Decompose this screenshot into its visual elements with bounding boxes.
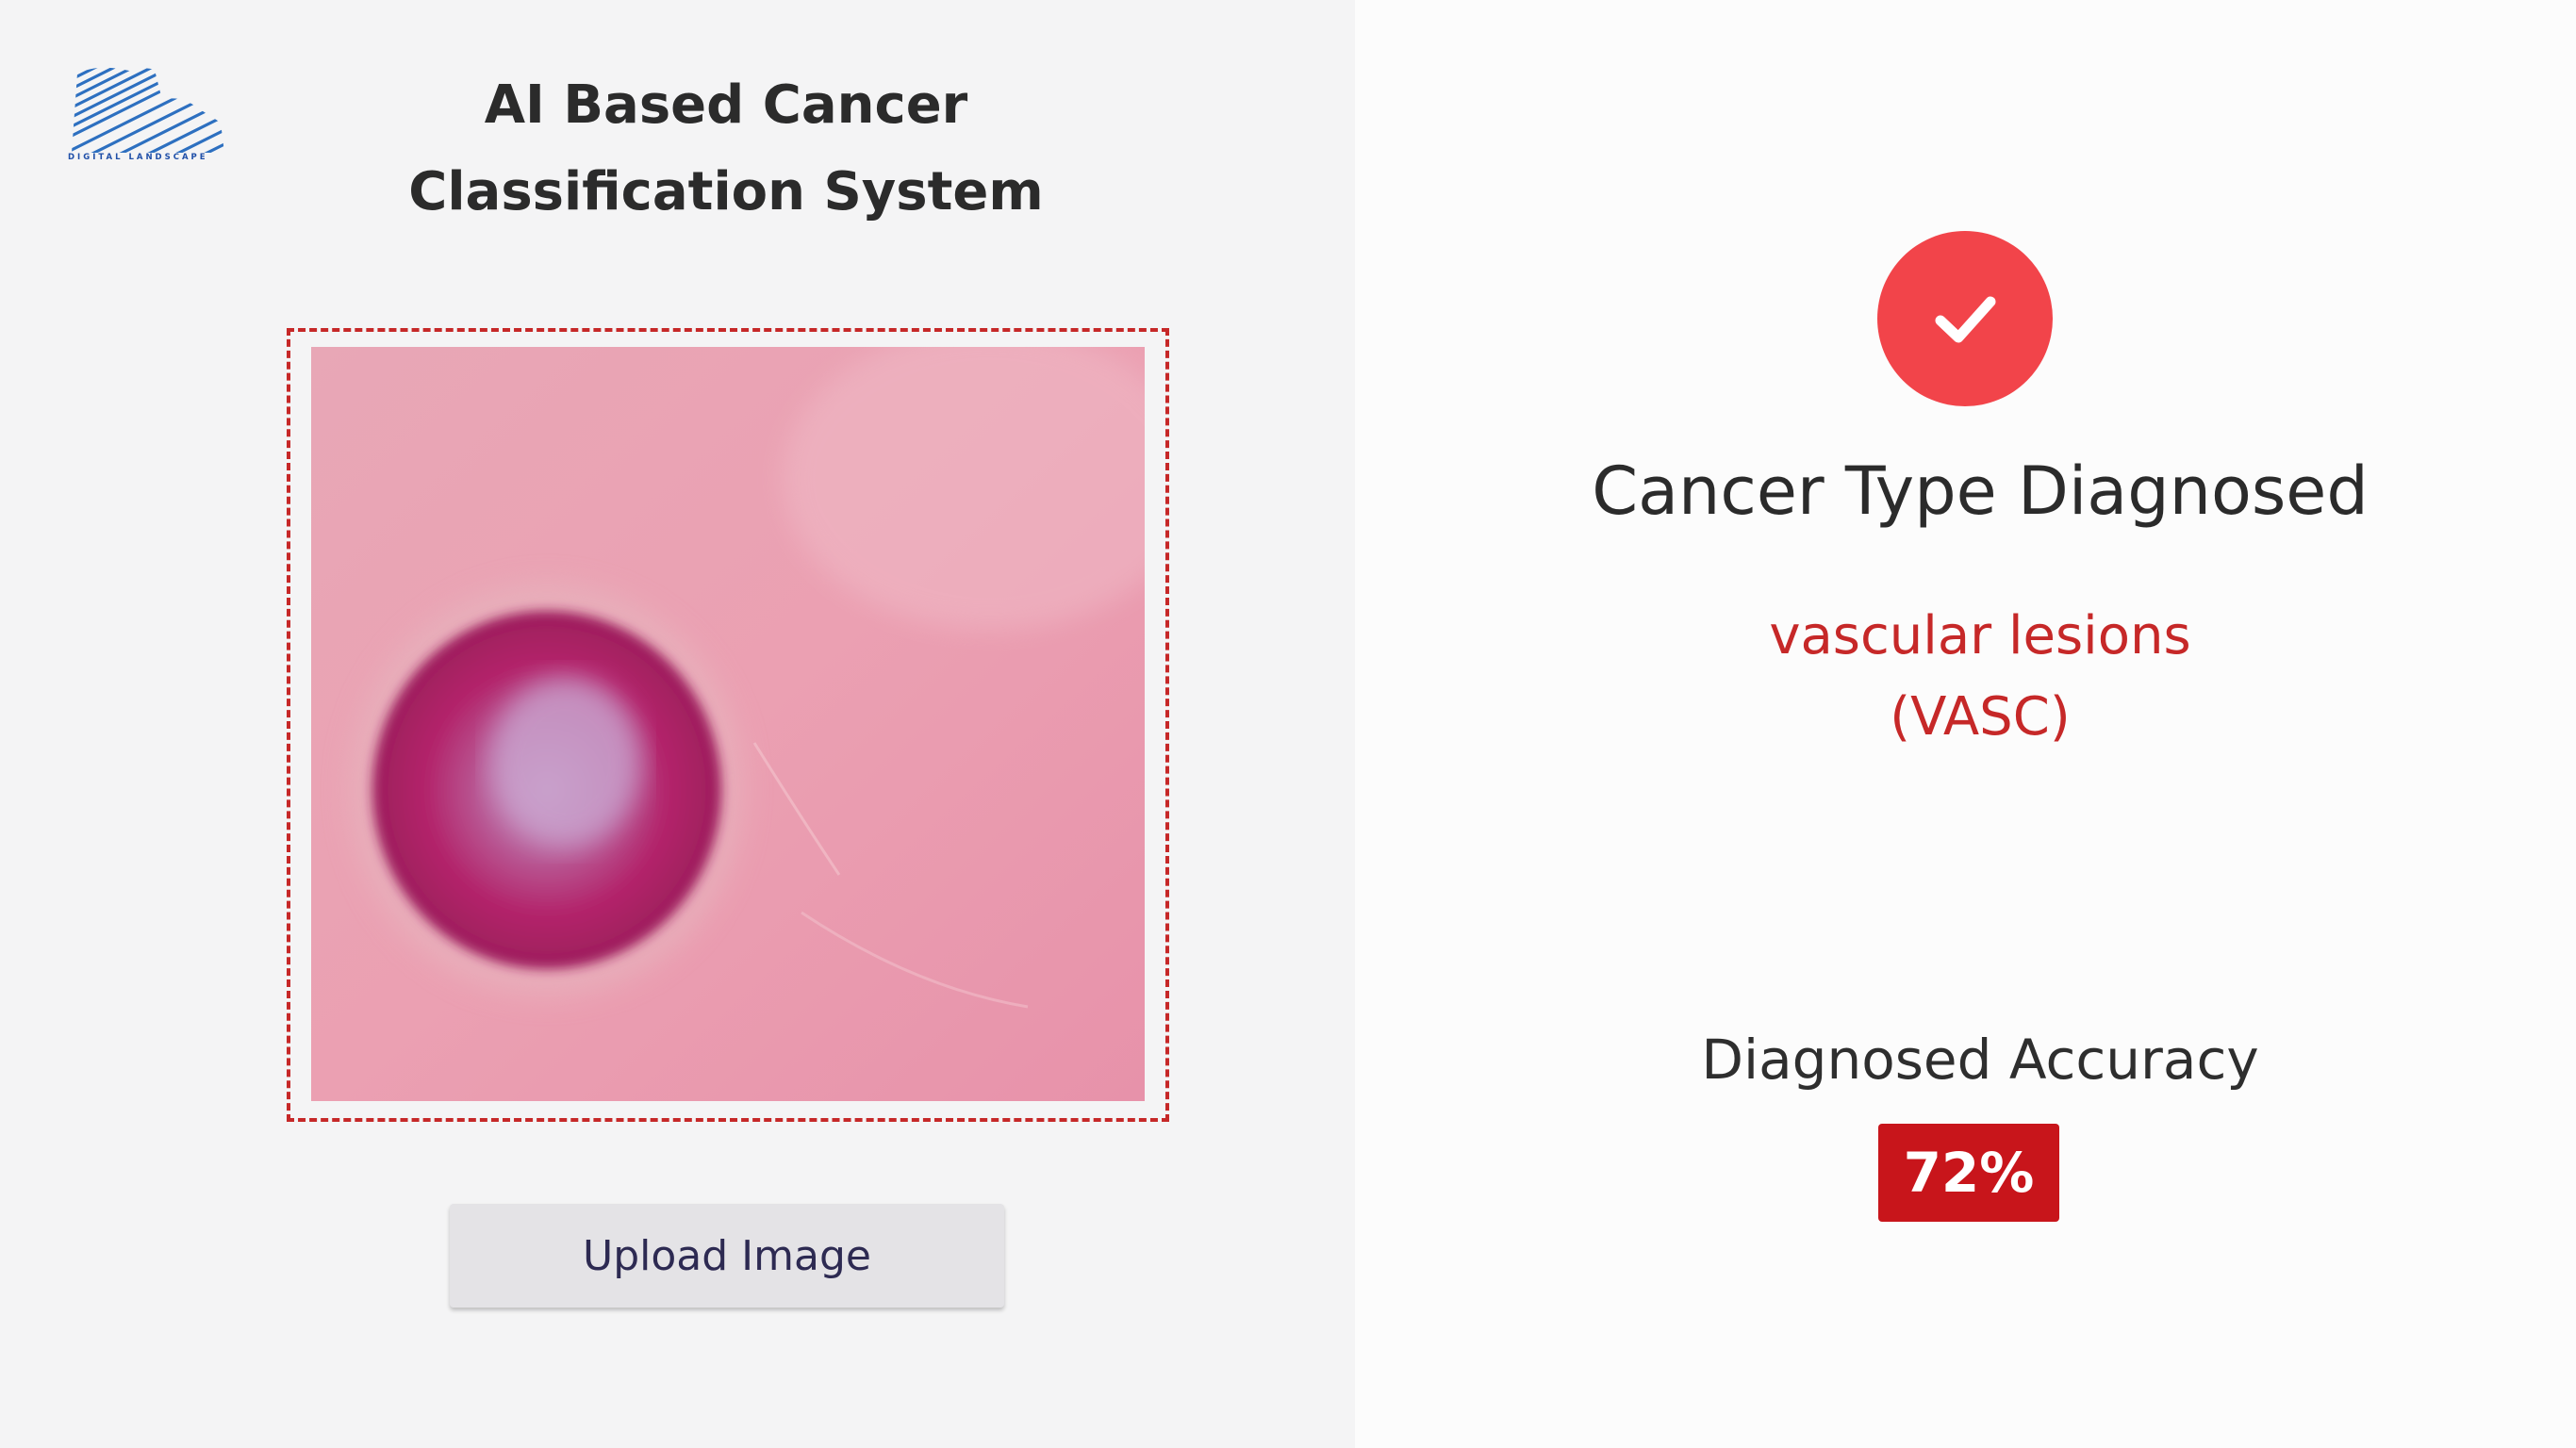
cancer-type-code: (VASC) [1890, 686, 2071, 748]
app-title: AI Based Cancer Classification System [349, 62, 1103, 236]
uploaded-lesion-image [311, 347, 1145, 1101]
check-icon [1935, 296, 1996, 343]
cancer-type-name: vascular lesions [1769, 605, 2191, 666]
app-title-line2: Classification System [408, 161, 1044, 222]
result-heading: Cancer Type Diagnosed [1592, 452, 2369, 530]
app-title-line1: AI Based Cancer [484, 74, 968, 136]
accuracy-label: Diagnosed Accuracy [1701, 1028, 2259, 1092]
logo-mark-icon [72, 67, 224, 153]
diagnosis-success-badge [1877, 231, 2053, 406]
company-logo: DIGITAL LANDSCAPE [68, 62, 226, 168]
diagnosed-cancer-type: vascular lesions (VASC) [1556, 596, 2404, 758]
logo-text: DIGITAL LANDSCAPE [68, 153, 208, 162]
upload-image-button[interactable]: Upload Image [450, 1204, 1004, 1308]
accuracy-value-badge: 72% [1878, 1124, 2059, 1222]
